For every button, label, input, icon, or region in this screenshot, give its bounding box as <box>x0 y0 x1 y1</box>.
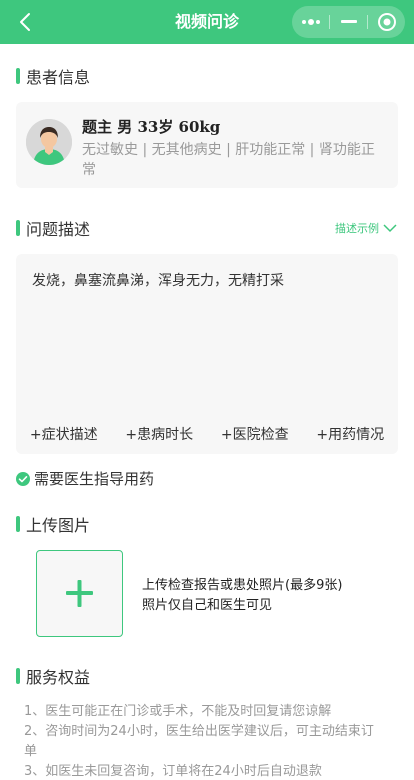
problem-description-box[interactable]: 发烧，鼻塞流鼻涕，浑身无力，无精打采 +症状描述 +患病时长 +医院检查 +用药… <box>16 254 398 454</box>
upload-section-label: 上传图片 <box>26 516 91 535</box>
plus-icon <box>66 580 93 607</box>
section-accent-bar <box>16 68 20 84</box>
upload-hint: 上传检查报告或患处照片(最多9张) 照片仅自己和医生可见 <box>142 576 342 616</box>
service-section-title: 服务权益 <box>16 666 91 687</box>
upload-hint-line1: 上传检查报告或患处照片(最多9张) <box>142 578 343 593</box>
problem-section-title: 问题描述 <box>16 218 91 239</box>
chip-duration[interactable]: +患病时长 <box>125 424 193 444</box>
list-item: 3、如医生未回复咨询，订单将在24小时后自动退款 <box>24 764 322 779</box>
more-dots-icon <box>301 19 320 25</box>
chip-hospital-exam[interactable]: +医院检查 <box>221 424 289 444</box>
more-button[interactable] <box>292 6 329 38</box>
chip-medication[interactable]: +用药情况 <box>316 424 384 444</box>
mini-program-capsule <box>292 6 405 38</box>
list-item: 2、咨询时间为24小时，医生给出医学建议后，可主动结束订单 <box>24 724 374 759</box>
check-circle-icon <box>16 471 30 486</box>
chevron-down-icon <box>383 224 397 233</box>
problem-description-text[interactable]: 发烧，鼻塞流鼻涕，浑身无力，无精打采 <box>32 270 284 290</box>
example-link-label: 描述示例 <box>335 222 379 235</box>
chip-symptom[interactable]: +症状描述 <box>30 424 98 444</box>
user-avatar-icon <box>26 119 72 165</box>
target-circle-icon <box>377 13 396 31</box>
close-button[interactable] <box>368 6 405 38</box>
upload-hint-line2: 照片仅自己和医生可见 <box>142 598 273 613</box>
minimize-button[interactable] <box>330 6 367 38</box>
upload-image-button[interactable] <box>36 550 123 637</box>
patient-section-label: 患者信息 <box>26 68 91 87</box>
minimize-icon <box>340 20 357 23</box>
patient-card[interactable]: 题主 男 33岁 60kg 无过敏史 | 无其他病史 | 肝功能正常 | 肾功能… <box>16 102 398 188</box>
problem-section-label: 问题描述 <box>26 220 91 239</box>
service-benefits-list: 1、医生可能正在门诊或手术，不能及时回复请您谅解 2、咨询时间为24小时，医生给… <box>24 702 384 780</box>
upload-section-title: 上传图片 <box>16 514 91 535</box>
navigation-bar: 视频问诊 <box>0 0 414 44</box>
service-section-label: 服务权益 <box>26 668 91 687</box>
quick-add-chips: +症状描述 +患病时长 +医院检查 +用药情况 <box>16 424 398 444</box>
section-accent-bar <box>16 516 20 532</box>
list-item: 1、医生可能正在门诊或手术，不能及时回复请您谅解 <box>24 704 332 719</box>
section-accent-bar <box>16 220 20 236</box>
patient-summary: 题主 男 33岁 60kg <box>82 118 221 136</box>
doctor-guidance-label: 需要医生指导用药 <box>34 470 155 488</box>
patient-section-title: 患者信息 <box>16 66 91 87</box>
doctor-guidance-checkbox[interactable]: 需要医生指导用药 <box>16 468 154 489</box>
description-example-link[interactable]: 描述示例 <box>335 220 398 236</box>
patient-health-tags: 无过敏史 | 无其他病史 | 肝功能正常 | 肾功能正常 <box>82 142 375 178</box>
section-accent-bar <box>16 668 20 684</box>
